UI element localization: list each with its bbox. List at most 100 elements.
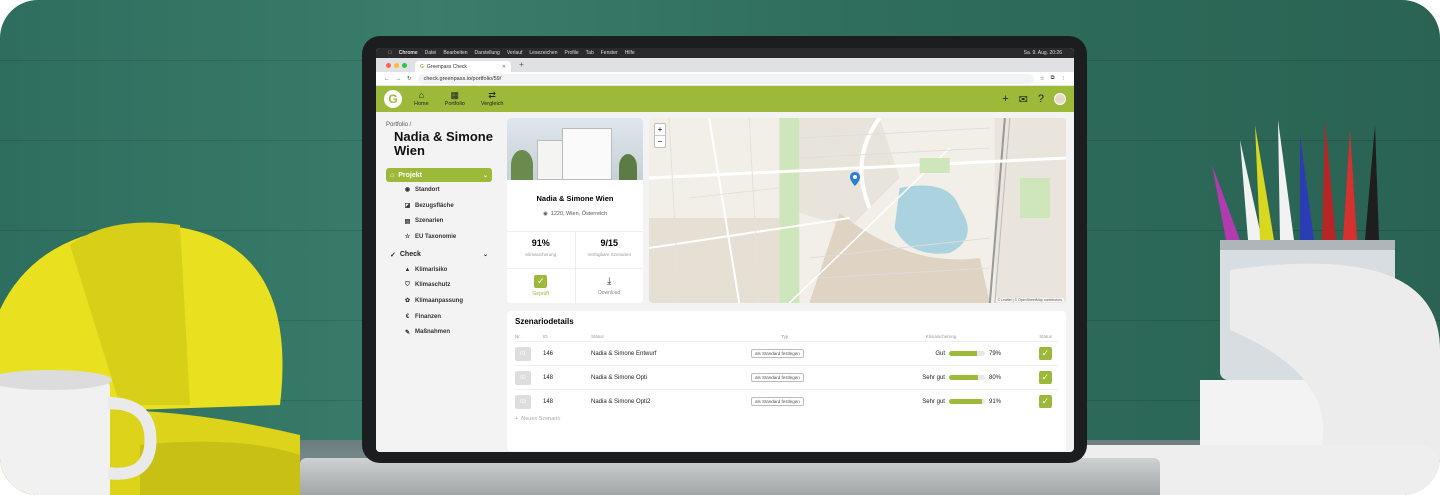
nav-home[interactable]: ⌂ Home [414, 91, 429, 108]
sidebar-item-label: Finanzen [415, 313, 442, 320]
new-tab-icon[interactable]: + [519, 60, 524, 72]
browser-tab[interactable]: G Greenpass Check ✕ [415, 61, 511, 72]
sidebar-item-label: Klimaschutz [415, 282, 451, 289]
menubar-item[interactable]: Verlauf [507, 50, 523, 56]
table-row[interactable]: 01 146 Nadia & Simone Entwurf als Standa… [515, 341, 1058, 365]
set-default-button[interactable]: als Standard festlegen [751, 397, 804, 406]
sidebar-item-klimarisiko[interactable]: ▲ Klimarisiko [386, 262, 497, 278]
map-marker-icon[interactable] [850, 172, 860, 186]
laptop-keyboard-base [300, 458, 1160, 495]
breadcrumb[interactable]: Portfolio / [386, 122, 497, 128]
menubar-item[interactable]: Hilfe [625, 50, 635, 56]
row-number: 03 [515, 394, 531, 409]
scenarios-icon: ▤ [404, 218, 411, 225]
reload-icon[interactable]: ↻ [407, 76, 412, 82]
minimize-window-button[interactable] [394, 62, 399, 68]
sidebar-item-eu-taxonomie[interactable]: ☆ EU Taxonomie [386, 229, 497, 245]
bookmark-star-icon[interactable]: ☆ [1040, 76, 1045, 82]
status-check-icon[interactable]: ✓ [1039, 395, 1052, 408]
sidebar-item-klimaschutz[interactable]: ⛉ Klimaschutz [386, 277, 497, 293]
set-default-button[interactable]: als Standard festlegen [751, 373, 804, 382]
menubar-item[interactable]: Darstellung [475, 50, 500, 56]
address-bar[interactable]: check.greenpass.io/portfolio/59/ [417, 73, 1034, 84]
scenario-id: 146 [543, 350, 554, 357]
project-card: Nadia & Simone Wien ◉ 1220, Wien, Österr… [507, 118, 643, 303]
sidebar-item-label: Klimaanpassung [415, 297, 464, 304]
action-label: Download [598, 290, 621, 296]
browser-toolbar: ← → ↻ check.greenpass.io/portfolio/59/ ☆… [376, 72, 1074, 86]
project-actions: ✓ Geprüft ⤓ Download [507, 268, 643, 303]
menubar-app[interactable]: Chrome [399, 50, 418, 56]
close-window-button[interactable] [386, 62, 391, 68]
location-icon: ◉ [542, 211, 548, 217]
header-actions: + ✉ ? [1002, 93, 1066, 106]
tab-title: Greenpass Check [426, 63, 467, 70]
nav-portfolio[interactable]: ▦ Portfolio [445, 91, 465, 108]
menubar-item[interactable]: Profile [564, 50, 578, 56]
browser-menu-icon[interactable]: ⋮ [1061, 76, 1067, 82]
sidebar-item-finanzen[interactable]: € Finanzen [386, 309, 497, 325]
apple-icon[interactable]:  [388, 50, 392, 56]
sidebar-section-projekt[interactable]: ⌂ Projekt ⌄ [386, 168, 492, 182]
menubar-item[interactable]: Tab [586, 50, 594, 56]
download-button[interactable]: ⤓ Download [574, 269, 644, 303]
stat-label: Verfügbare Szenarien [587, 252, 632, 257]
nav-label: Home [414, 101, 429, 107]
status-check-icon[interactable]: ✓ [1039, 347, 1052, 360]
table-row[interactable]: 03 148 Nadia & Simone Opti2 als Standard… [515, 389, 1058, 413]
forward-icon[interactable]: → [396, 76, 402, 82]
back-icon[interactable]: ← [384, 76, 390, 82]
extensions-icon[interactable]: ⧉ [1051, 75, 1055, 82]
help-icon[interactable]: ? [1038, 93, 1044, 105]
progress-fill [948, 375, 978, 380]
menubar-item[interactable]: Datei [425, 50, 437, 56]
sidebar-item-klimaanpassung[interactable]: ✿ Klimaanpassung [386, 293, 497, 309]
shield-icon: ⛉ [405, 281, 410, 288]
row-number: 01 [515, 346, 531, 361]
column-header: Typ [781, 333, 789, 339]
sidebar-item-massnahmen[interactable]: ✎ Maßnahmen [386, 325, 497, 341]
avatar[interactable] [1054, 93, 1066, 105]
column-header: ID [543, 333, 548, 339]
greenpass-logo[interactable]: G [384, 90, 402, 108]
maximize-window-button[interactable] [402, 62, 407, 68]
zoom-out-button[interactable]: − [655, 136, 665, 147]
map[interactable]: + − © Leaflet | © OpenStreetMap contribu… [649, 118, 1066, 303]
status-check-icon[interactable]: ✓ [1039, 371, 1052, 384]
adapt-icon: ✿ [404, 298, 411, 305]
new-scenario-button[interactable]: + Neues Szenario [515, 416, 1058, 422]
sidebar-section-check[interactable]: ✓ Check ⌄ [386, 248, 492, 262]
address-text: 1220, Wien, Österreich [550, 211, 608, 217]
mail-icon[interactable]: ✉ [1019, 93, 1028, 106]
row-number: 02 [515, 370, 531, 385]
stat-szenarien: 9/15 Verfügbare Szenarien [574, 232, 644, 268]
close-tab-icon[interactable]: ✕ [502, 64, 506, 70]
menubar-item[interactable]: Lesezeichen [529, 50, 557, 56]
building-photo [507, 118, 643, 180]
sidebar-item-standort[interactable]: ◉ Standort [386, 182, 497, 198]
set-default-button[interactable]: als Standard festlegen [751, 349, 804, 358]
rating-label: Sehr gut [922, 374, 945, 381]
sidebar-item-bezugsflaeche[interactable]: ◪ Bezugsfläche [386, 198, 497, 214]
sidebar-item-label: Klimarisiko [415, 266, 448, 273]
column-header: Status [1039, 333, 1052, 339]
euro-icon: € [405, 313, 410, 320]
geprueft-button[interactable]: ✓ Geprüft [507, 269, 575, 303]
home-icon: ⌂ [390, 171, 395, 179]
menubar-item[interactable]: Fenster [601, 50, 618, 56]
project-address: ◉ 1220, Wien, Österreich [507, 211, 643, 217]
menubar-clock[interactable]: Sa. 9. Aug. 20:26 [1024, 50, 1062, 56]
chevron-down-icon: ⌄ [482, 252, 488, 259]
menubar-item[interactable]: Bearbeiten [443, 50, 467, 56]
map-attribution[interactable]: © Leaflet | © OpenStreetMap contributors [995, 298, 1064, 302]
zoom-in-button[interactable]: + [655, 124, 665, 136]
sidebar-item-label: Szenarien [415, 218, 444, 225]
pen-icon: ✎ [404, 329, 411, 336]
scenario-name: Nadia & Simone Opti2 [591, 398, 651, 405]
table-row[interactable]: 02 148 Nadia & Simone Opti als Standard … [515, 365, 1058, 389]
progress-fill [948, 399, 982, 404]
stat-value: 91% [531, 238, 550, 248]
plus-icon[interactable]: + [1002, 93, 1008, 105]
sidebar-item-szenarien[interactable]: ▤ Szenarien [386, 213, 497, 229]
nav-vergleich[interactable]: ⇄ Vergleich [481, 91, 504, 108]
